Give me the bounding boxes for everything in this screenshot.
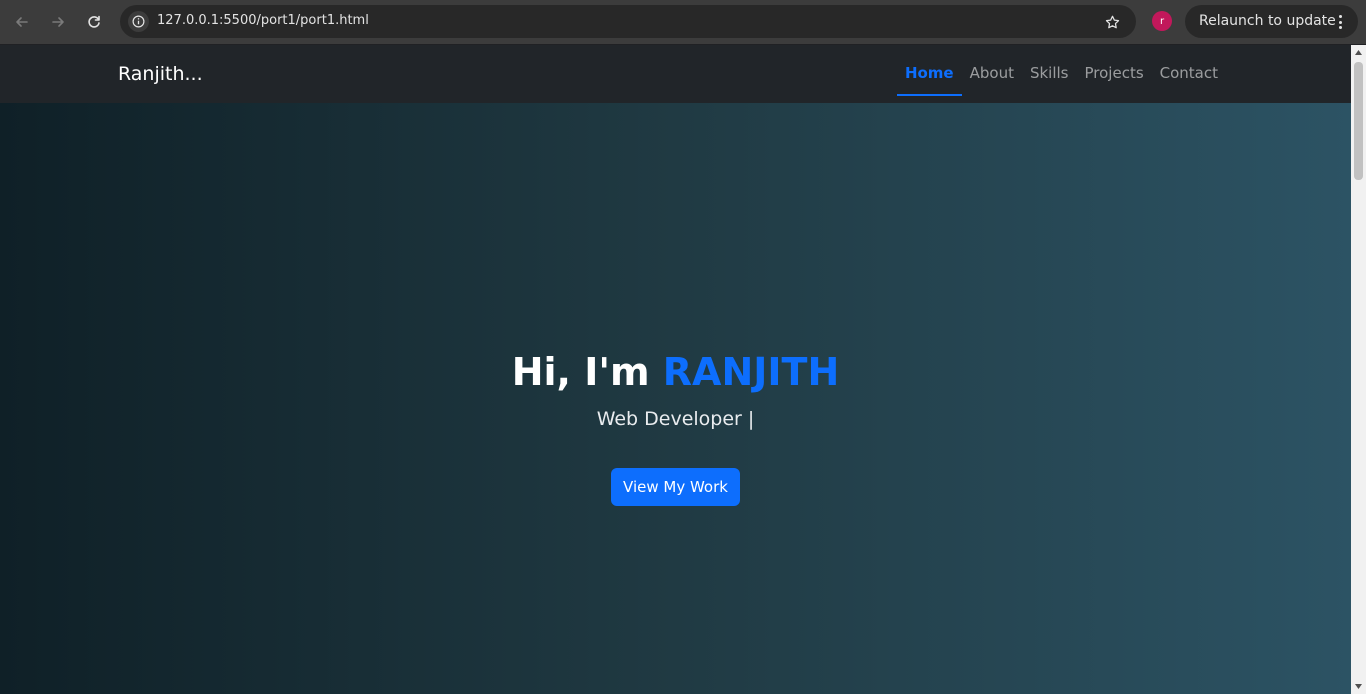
scroll-up-arrow-icon[interactable] (1351, 45, 1366, 60)
browser-toolbar: 127.0.0.1:5500/port1/port1.html r Relaun… (0, 0, 1366, 44)
site-brand[interactable]: Ranjith... (118, 63, 203, 85)
back-arrow-icon (16, 17, 28, 27)
profile-avatar[interactable]: r (1152, 11, 1172, 31)
page-viewport: Ranjith... Home About Skills Projects Co… (0, 45, 1351, 694)
forward-arrow-icon (52, 17, 64, 27)
reload-button[interactable] (81, 9, 107, 35)
nav-link-contact[interactable]: Contact (1152, 45, 1226, 103)
relaunch-label: Relaunch to update (1199, 13, 1336, 29)
forward-button[interactable] (45, 9, 71, 35)
hero-title: Hi, I'm RANJITH (0, 350, 1351, 394)
url-text[interactable]: 127.0.0.1:5500/port1/port1.html (157, 13, 369, 28)
page-scrollbar[interactable] (1351, 45, 1366, 694)
bookmark-button[interactable] (1102, 12, 1122, 32)
nav-link-projects[interactable]: Projects (1077, 45, 1152, 103)
kebab-menu-icon[interactable] (1332, 13, 1348, 31)
nav-link-about[interactable]: About (962, 45, 1022, 103)
scrollbar-thumb[interactable] (1354, 62, 1363, 180)
hero-greeting: Hi, I'm (511, 350, 663, 394)
reload-icon (88, 15, 100, 28)
info-icon (132, 15, 145, 28)
back-button[interactable] (9, 9, 35, 35)
scroll-down-arrow-icon[interactable] (1351, 679, 1366, 694)
view-my-work-button[interactable]: View My Work (611, 468, 740, 506)
nav-link-skills[interactable]: Skills (1022, 45, 1077, 103)
site-navbar: Ranjith... Home About Skills Projects Co… (0, 45, 1351, 103)
hero-name: RANJITH (662, 350, 840, 394)
nav-link-home[interactable]: Home (896, 45, 962, 103)
hero-subtitle: Web Developer | (596, 408, 755, 430)
site-info-button[interactable] (128, 11, 149, 32)
nav-links: Home About Skills Projects Contact (896, 45, 1226, 103)
relaunch-button[interactable]: Relaunch to update (1185, 5, 1358, 38)
hero-section: Hi, I'm RANJITH Web Developer | View My … (0, 103, 1351, 694)
star-icon (1105, 15, 1119, 28)
address-bar[interactable]: 127.0.0.1:5500/port1/port1.html (120, 5, 1136, 38)
